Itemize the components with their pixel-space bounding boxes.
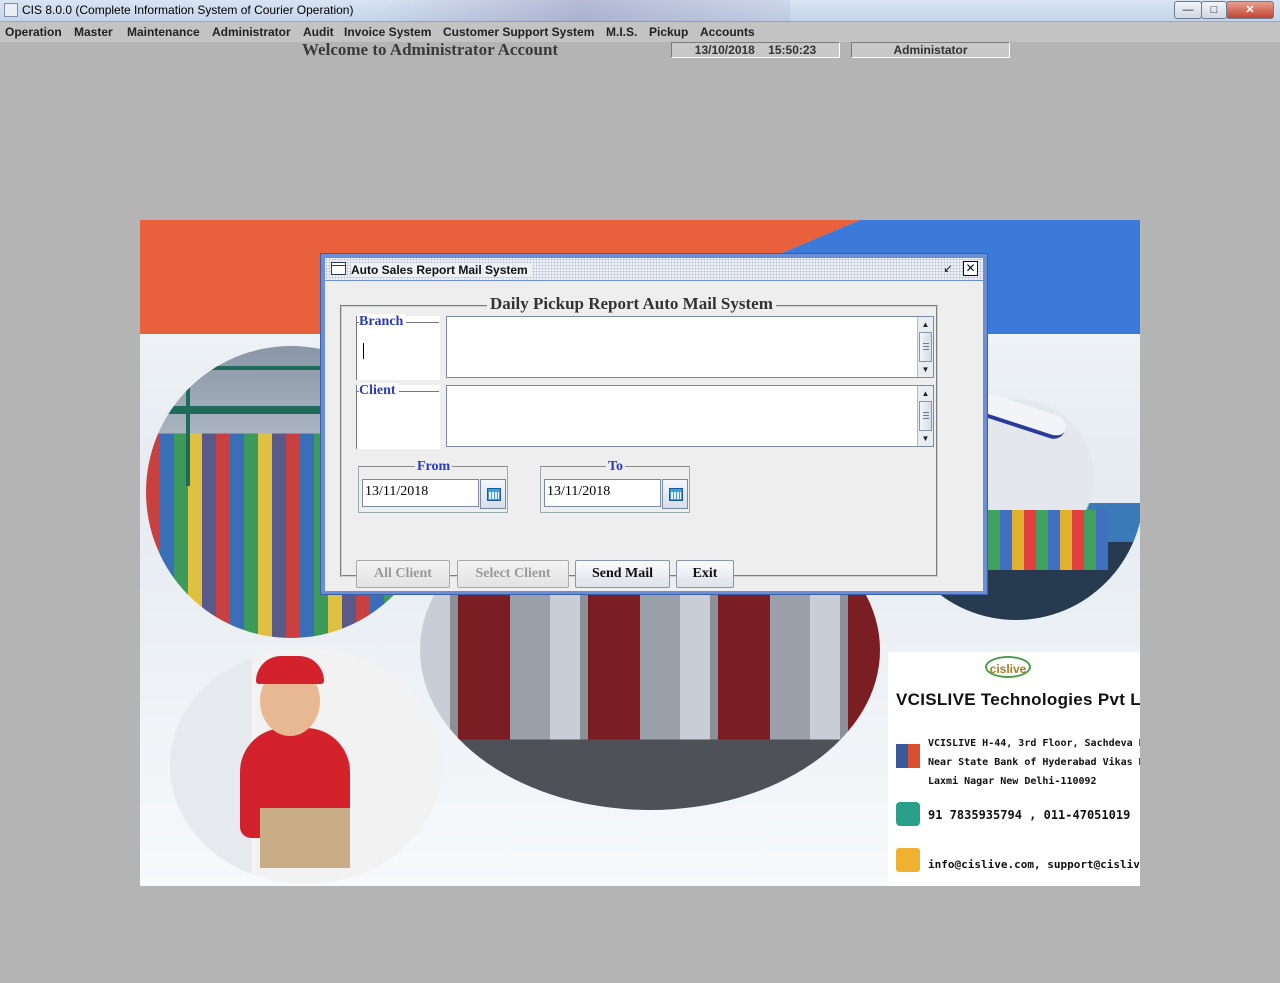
courier-cap <box>256 656 324 684</box>
dialog-title: Auto Sales Report Mail System <box>351 263 532 277</box>
menu-administrator[interactable]: Administrator <box>212 25 291 39</box>
to-label: To <box>606 459 626 475</box>
user-display: Administator <box>851 42 1010 58</box>
restore-icon[interactable]: ↙ <box>941 262 955 276</box>
branch-list[interactable]: ▲ ▼ <box>446 316 934 378</box>
client-label: Client <box>359 383 399 399</box>
close-window-button[interactable]: ✕ <box>1226 1 1274 19</box>
from-date-group: From 13/11/2018 <box>358 459 508 513</box>
phone-icon <box>896 802 920 826</box>
scroll-down-icon[interactable]: ▼ <box>920 364 931 375</box>
address-line-2: Near State Bank of Hyderabad Vikas Marg, <box>928 757 1140 768</box>
daily-pickup-group: Daily Pickup Report Auto Mail System Bra… <box>340 294 938 577</box>
company-name: VCISLIVE Technologies Pvt Ltd <box>896 690 1140 709</box>
dialog-body: Daily Pickup Report Auto Mail System Bra… <box>325 281 983 591</box>
company-email: info@cislive.com, support@cislive.com <box>928 858 1140 871</box>
from-date-field[interactable]: 13/11/2018 <box>362 479 479 507</box>
scroll-down-icon[interactable]: ▼ <box>920 433 931 444</box>
client-scrollbar[interactable]: ▲ ▼ <box>917 386 933 446</box>
auto-sales-report-dialog: Auto Sales Report Mail System ↙ ✕ Daily … <box>320 253 988 595</box>
menu-mis[interactable]: M.I.S. <box>606 25 637 39</box>
calendar-icon <box>669 488 683 501</box>
from-date-picker-button[interactable] <box>480 479 506 509</box>
client-list[interactable]: ▲ ▼ <box>446 385 934 447</box>
to-date-group: To 13/11/2018 <box>540 459 690 513</box>
send-mail-button[interactable]: Send Mail <box>575 560 670 588</box>
from-label: From <box>415 459 453 475</box>
cislive-logo: cislive <box>985 656 1031 678</box>
menu-maintenance[interactable]: Maintenance <box>127 25 200 39</box>
menu-accounts[interactable]: Accounts <box>700 25 755 39</box>
text-caret <box>363 343 364 359</box>
dialog-close-icon[interactable]: ✕ <box>963 261 978 276</box>
company-info-panel: cislive VCISLIVE Technologies Pvt Ltd VC… <box>888 652 1140 886</box>
branch-label-box: Branch <box>356 314 440 380</box>
crane-shape <box>186 366 336 486</box>
welcome-text: Welcome to Administrator Account <box>302 40 559 59</box>
scroll-thumb[interactable] <box>919 401 932 431</box>
to-date-picker-button[interactable] <box>662 479 688 509</box>
menu-master[interactable]: Master <box>74 25 113 39</box>
branch-scrollbar[interactable]: ▲ ▼ <box>917 317 933 377</box>
maximize-button[interactable]: □ <box>1201 1 1227 19</box>
company-phone: 91 7835935794 , 011-47051019 <box>928 808 1131 822</box>
dialog-window-icon <box>331 262 346 275</box>
address-line-1: VCISLIVE H-44, 3rd Floor, Sachdeva Niwas <box>928 738 1140 749</box>
menu-operation[interactable]: Operation <box>5 25 62 39</box>
menu-customer-support-system[interactable]: Customer Support System <box>443 25 594 39</box>
minimize-button[interactable]: — <box>1174 1 1202 19</box>
client-label-box: Client <box>356 383 440 449</box>
courier-man-image <box>170 648 442 884</box>
address-book-icon <box>896 744 920 768</box>
scroll-up-icon[interactable]: ▲ <box>920 319 931 330</box>
scroll-thumb[interactable] <box>919 332 932 362</box>
group-title: Daily Pickup Report Auto Mail System <box>487 294 776 314</box>
select-client-button[interactable]: Select Client <box>457 560 569 588</box>
address-line-3: Laxmi Nagar New Delhi-110092 <box>928 776 1097 787</box>
window-titlebar: CIS 8.0.0 (Complete Information System o… <box>0 0 1280 22</box>
app-icon <box>4 3 18 17</box>
menu-pickup[interactable]: Pickup <box>649 25 688 39</box>
calendar-icon <box>487 488 501 501</box>
menu-invoice-system[interactable]: Invoice System <box>344 25 431 39</box>
to-date-field[interactable]: 13/11/2018 <box>544 479 661 507</box>
branch-label: Branch <box>359 314 407 330</box>
datetime-display: 13/10/2018 15:50:23 <box>671 42 840 58</box>
dialog-titlebar[interactable]: Auto Sales Report Mail System ↙ ✕ <box>325 258 983 280</box>
all-client-button[interactable]: All Client <box>356 560 450 588</box>
scroll-up-icon[interactable]: ▲ <box>920 388 931 399</box>
exit-button[interactable]: Exit <box>676 560 734 588</box>
background-taskbar-blur <box>370 0 790 22</box>
mail-icon <box>896 848 920 872</box>
parcel-box <box>260 808 350 868</box>
menu-bar: Operation Master Maintenance Administrat… <box>0 22 1280 42</box>
menu-audit[interactable]: Audit <box>303 25 334 39</box>
window-title: CIS 8.0.0 (Complete Information System o… <box>22 3 354 17</box>
